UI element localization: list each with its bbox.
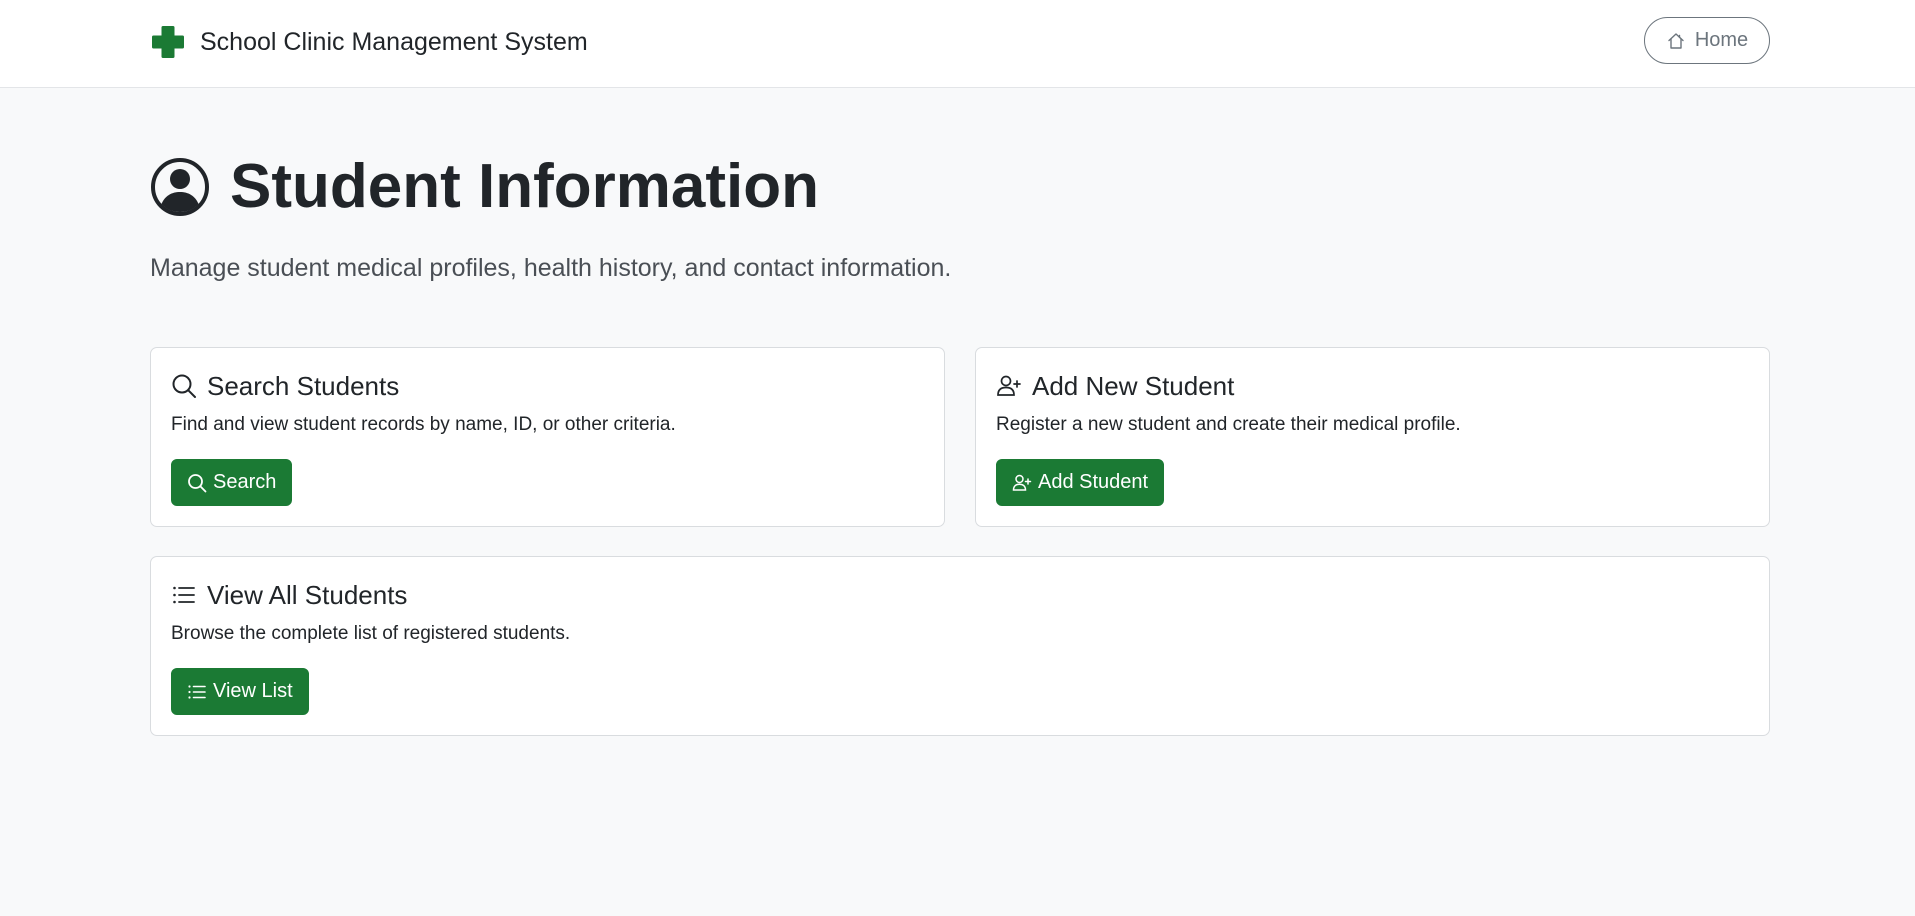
add-student-description: Register a new student and create their … xyxy=(996,414,1461,435)
page-title: Student Information xyxy=(150,152,819,222)
add-student-button-label: Add Student xyxy=(1038,471,1149,493)
search-students-heading: Search Students xyxy=(207,370,400,401)
search-icon xyxy=(188,473,207,492)
list-icon xyxy=(188,684,206,699)
plus-cross-icon xyxy=(152,26,184,58)
home-button[interactable]: Home xyxy=(1644,17,1770,64)
search-students-card: Search Students Find and view student re… xyxy=(150,347,945,527)
brand-title: School Clinic Management System xyxy=(200,27,588,56)
view-all-students-description: Browse the complete list of registered s… xyxy=(171,623,571,644)
navbar-brand[interactable]: School Clinic Management System xyxy=(150,22,588,62)
add-student-card-title: Add New Student xyxy=(996,368,1234,404)
page-subtitle: Manage student medical profiles, health … xyxy=(150,254,952,282)
add-student-button[interactable]: Add Student xyxy=(996,459,1165,506)
view-list-button-label: View List xyxy=(213,680,293,702)
person-add-icon xyxy=(997,375,1021,396)
view-all-students-heading: View All Students xyxy=(207,579,408,610)
person-add-icon xyxy=(1012,474,1032,491)
search-students-description: Find and view student records by name, I… xyxy=(171,414,676,435)
view-all-students-card-title: View All Students xyxy=(171,577,407,613)
search-students-card-title: Search Students xyxy=(171,368,399,404)
add-student-card: Add New Student Register a new student a… xyxy=(975,347,1770,527)
view-list-button[interactable]: View List xyxy=(171,668,309,715)
view-all-students-card: View All Students Browse the complete li… xyxy=(150,556,1770,736)
top-navbar: School Clinic Management System Home xyxy=(0,0,1915,88)
home-button-label: Home xyxy=(1694,29,1749,51)
search-button[interactable]: Search xyxy=(171,459,293,506)
search-button-label: Search xyxy=(213,471,277,493)
add-student-heading: Add New Student xyxy=(1032,370,1235,401)
list-icon xyxy=(173,586,195,604)
search-icon xyxy=(172,374,196,398)
house-icon xyxy=(1668,32,1684,49)
person-circle-icon xyxy=(151,158,209,216)
page-heading: Student Information xyxy=(230,152,819,221)
